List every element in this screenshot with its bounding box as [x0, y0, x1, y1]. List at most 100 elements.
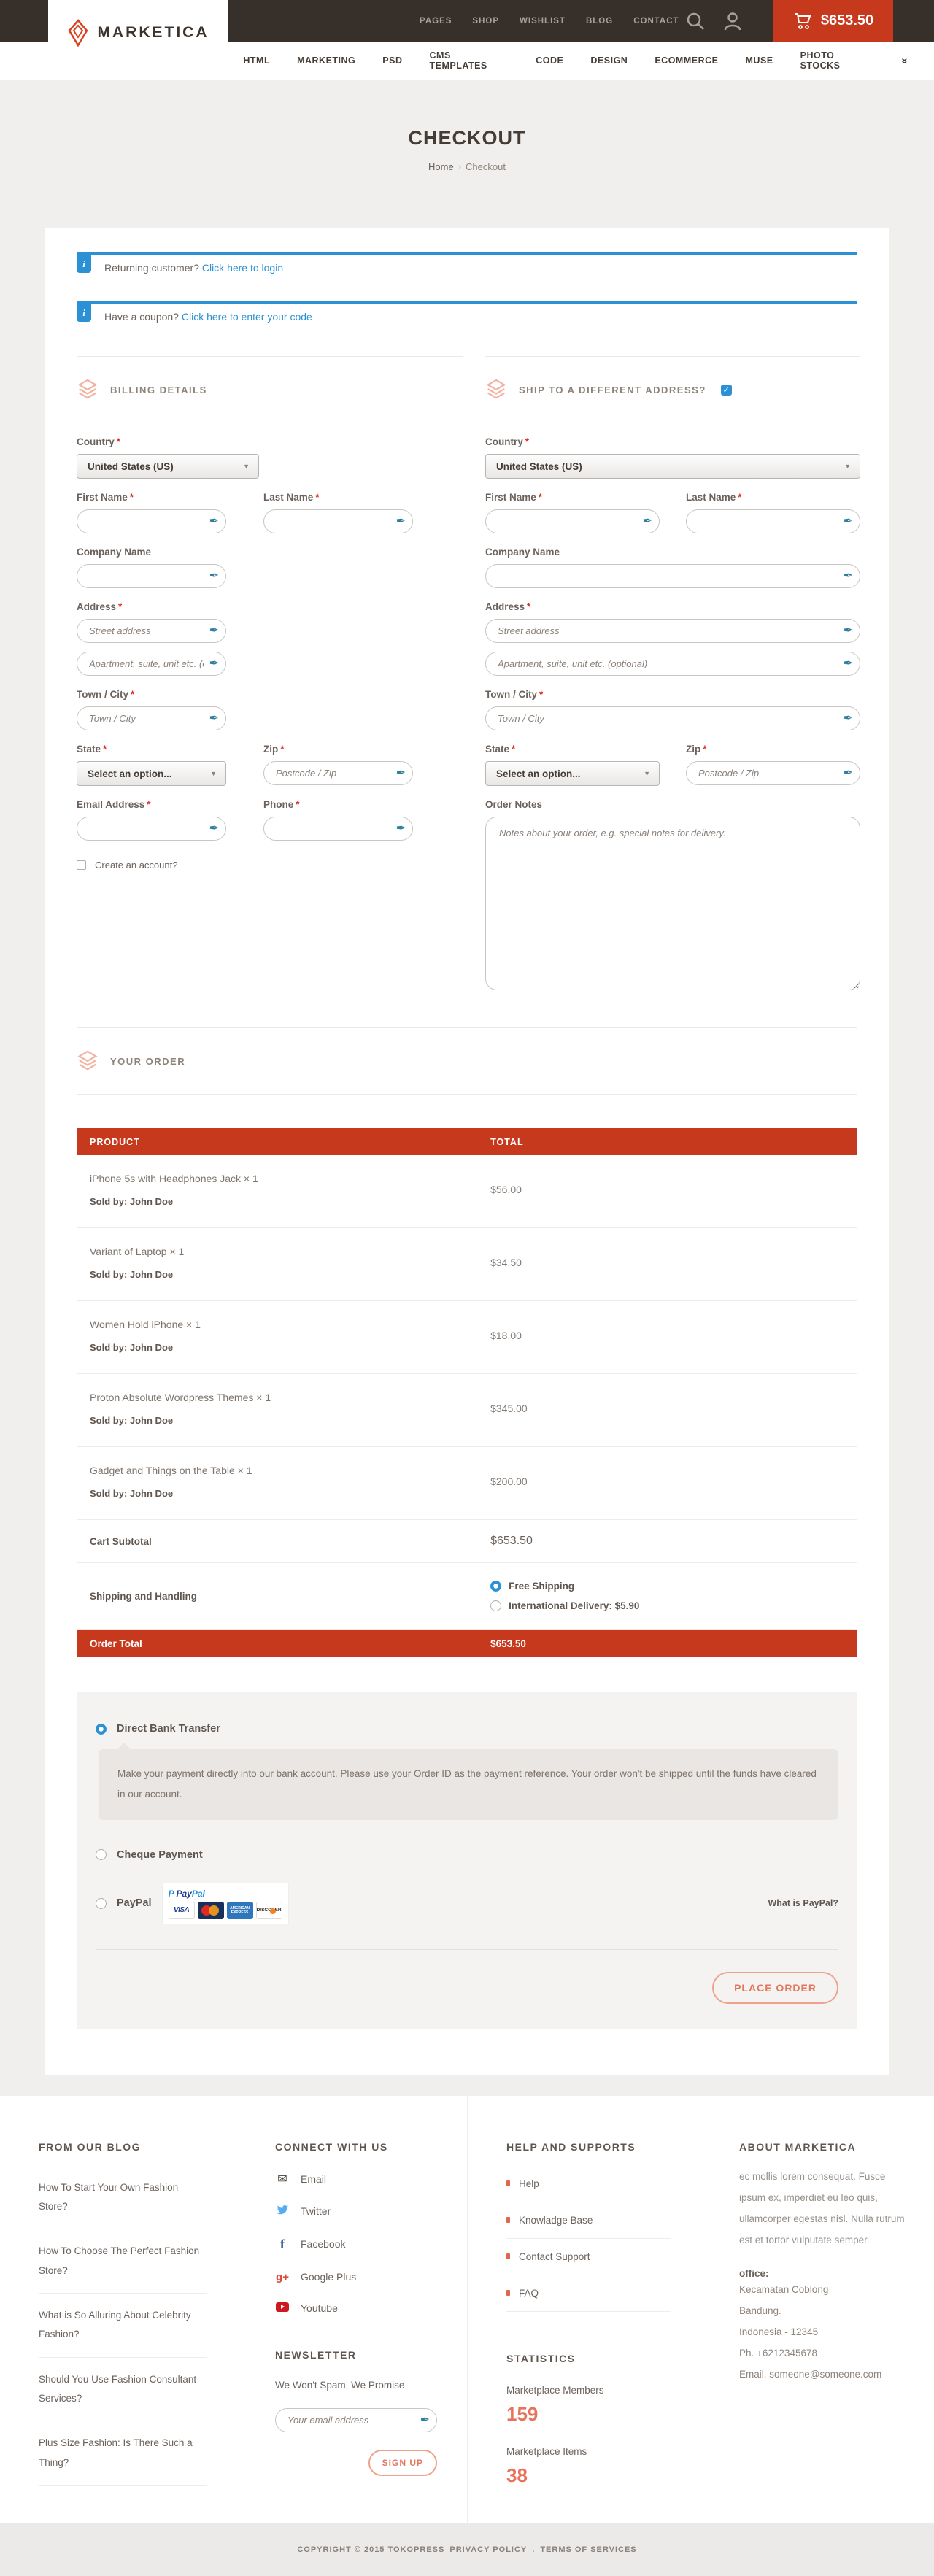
search-icon[interactable]	[686, 12, 705, 31]
bank-transfer-radio[interactable]	[96, 1724, 107, 1735]
cart-subtotal-row: Cart Subtotal $653.50	[77, 1520, 857, 1563]
product-total: $200.00	[490, 1476, 528, 1487]
shipping-zip-input[interactable]	[686, 761, 860, 785]
billing-state-select[interactable]: Select an option...	[77, 761, 226, 786]
billing-section: BILLING DETAILS Country* United States (…	[77, 356, 463, 994]
billing-company-input[interactable]	[77, 564, 226, 588]
office-line: Email. someone@someone.com	[739, 2364, 905, 2385]
order-notes-textarea[interactable]	[485, 817, 860, 990]
header-icons	[686, 0, 741, 42]
top-nav-wishlist[interactable]: WISHLIST	[520, 17, 566, 26]
help-link[interactable]: Help	[506, 2166, 671, 2202]
free-shipping-label: Free Shipping	[509, 1581, 574, 1592]
billing-phone-input[interactable]	[263, 817, 413, 841]
cheque-payment-radio[interactable]	[96, 1849, 107, 1860]
billing-email-input[interactable]	[77, 817, 226, 841]
user-icon[interactable]	[724, 12, 741, 31]
top-nav-pages[interactable]: PAGES	[420, 17, 452, 26]
signup-button[interactable]: SIGN UP	[368, 2450, 437, 2476]
shipping-company-input[interactable]	[485, 564, 860, 588]
blog-post-link[interactable]: How To Start Your Own Fashion Store?	[39, 2166, 207, 2230]
footer: FROM OUR BLOG How To Start Your Own Fash…	[0, 2096, 934, 2523]
logo[interactable]: MARKETICA	[48, 0, 228, 66]
nav-html[interactable]: HTML	[243, 55, 270, 66]
place-order-button[interactable]: PLACE ORDER	[712, 1972, 838, 2004]
blog-post-link[interactable]: How To Choose The Perfect Fashion Store?	[39, 2229, 207, 2294]
ship-different-address-checkbox[interactable]	[721, 385, 732, 396]
shipping-town-input[interactable]	[485, 706, 860, 730]
top-nav-contact[interactable]: CONTACT	[633, 17, 679, 26]
order-total-row: Order Total $653.50	[77, 1630, 857, 1657]
nav-code[interactable]: CODE	[536, 55, 563, 66]
billing-state-label: State*	[77, 744, 226, 755]
copyright-bar: COPYRIGHT © 2015 TOKOPRESS PRIVACY POLIC…	[0, 2523, 934, 2576]
help-link[interactable]: Knowladge Base	[506, 2202, 671, 2239]
terms-link[interactable]: TERMS OF SERVICES	[540, 2545, 636, 2554]
billing-apartment-input[interactable]	[77, 652, 226, 676]
social-link-googleplus[interactable]: g+Google Plus	[275, 2271, 438, 2283]
free-shipping-radio[interactable]	[490, 1581, 501, 1592]
googleplus-icon: g+	[275, 2271, 290, 2283]
shipping-state-select[interactable]: Select an option...	[485, 761, 660, 786]
nav-psd[interactable]: PSD	[382, 55, 402, 66]
breadcrumb-home[interactable]: Home	[428, 161, 454, 172]
top-nav-blog[interactable]: BLOG	[586, 17, 613, 26]
create-account-checkbox[interactable]	[77, 860, 86, 870]
nav-muse[interactable]: MUSE	[746, 55, 773, 66]
product-seller: Sold by: John Doe	[90, 1415, 490, 1426]
shipping-apartment-input[interactable]	[485, 652, 860, 676]
login-link[interactable]: Click here to login	[202, 262, 283, 274]
nav-marketing[interactable]: MARKETING	[297, 55, 355, 66]
stat-value: 38	[506, 2464, 671, 2487]
newsletter-tagline: We Won't Spam, We Promise	[275, 2380, 438, 2391]
shipping-handling-row: Shipping and Handling Free Shipping Inte…	[77, 1563, 857, 1630]
international-delivery-radio[interactable]	[490, 1600, 501, 1611]
stat-label: Marketplace Items	[506, 2446, 671, 2457]
amex-card-icon: AMERICAN EXPRESS	[227, 1902, 253, 1919]
privacy-policy-link[interactable]: PRIVACY POLICY	[449, 2545, 527, 2554]
billing-phone-label: Phone*	[263, 799, 413, 810]
help-link[interactable]: FAQ	[506, 2275, 671, 2312]
select-arrow-icon	[644, 770, 650, 777]
nav-photo-stocks[interactable]: PHOTO STOCKS	[800, 50, 875, 71]
paypal-radio[interactable]	[96, 1898, 107, 1909]
shipping-last-name-input[interactable]	[686, 509, 860, 533]
blog-post-link[interactable]: Should You Use Fashion Consultant Servic…	[39, 2358, 207, 2422]
shipping-first-name-input[interactable]	[485, 509, 660, 533]
billing-last-name-input[interactable]	[263, 509, 413, 533]
billing-street-input[interactable]	[77, 619, 226, 643]
billing-first-name-input[interactable]	[77, 509, 226, 533]
newsletter-email-input[interactable]	[275, 2408, 437, 2432]
order-total-label: Order Total	[77, 1638, 490, 1649]
social-link-facebook[interactable]: fFacebook	[275, 2237, 438, 2252]
shipping-street-input[interactable]	[485, 619, 860, 643]
select-arrow-icon	[243, 463, 250, 470]
blog-post-link[interactable]: What is So Alluring About Celebrity Fash…	[39, 2294, 207, 2358]
info-icon: i	[77, 304, 91, 322]
order-table-header: PRODUCT TOTAL	[77, 1128, 857, 1155]
shipping-first-name-label: First Name*	[485, 492, 660, 503]
top-nav-shop[interactable]: SHOP	[472, 17, 499, 26]
tag-logo-icon	[67, 19, 89, 47]
billing-email-label: Email Address*	[77, 799, 226, 810]
footer-help-column: HELP AND SUPPORTS Help Knowladge Base Co…	[467, 2096, 700, 2523]
billing-town-input[interactable]	[77, 706, 226, 730]
chevron-down-icon[interactable]: »	[898, 58, 911, 63]
visa-card-icon: VISA	[169, 1902, 195, 1919]
what-is-paypal-link[interactable]: What is PayPal?	[768, 1898, 838, 1908]
billing-country-select[interactable]: United States (US)	[77, 454, 259, 479]
billing-zip-input[interactable]	[263, 761, 413, 785]
nav-ecommerce[interactable]: ECOMMERCE	[655, 55, 718, 66]
total-column-header: TOTAL	[490, 1137, 857, 1147]
social-link-email[interactable]: ✉Email	[275, 2172, 438, 2186]
info-icon: i	[77, 255, 91, 273]
blog-post-link[interactable]: Plus Size Fashion: Is There Such a Thing…	[39, 2421, 207, 2486]
help-link[interactable]: Contact Support	[506, 2239, 671, 2275]
nav-cms-templates[interactable]: CMS TEMPLATES	[430, 50, 509, 71]
social-link-twitter[interactable]: Twitter	[275, 2205, 438, 2218]
coupon-link[interactable]: Click here to enter your code	[182, 311, 312, 323]
nav-design[interactable]: DESIGN	[590, 55, 628, 66]
cart-button[interactable]: $653.50	[773, 0, 893, 42]
social-link-youtube[interactable]: Youtube	[275, 2302, 438, 2314]
shipping-country-select[interactable]: United States (US)	[485, 454, 860, 479]
